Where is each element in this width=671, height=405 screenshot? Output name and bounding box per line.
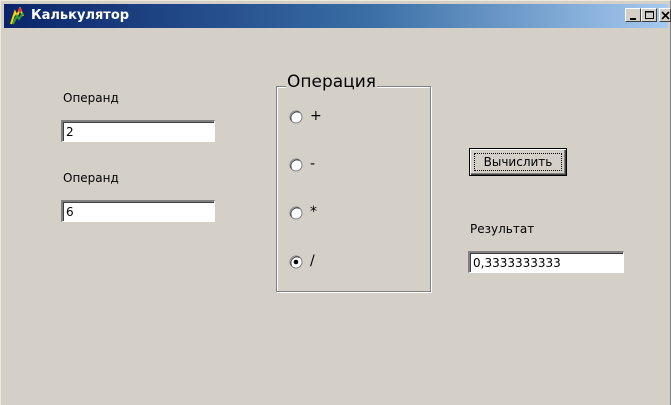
operation-group-label: Операция: [286, 72, 378, 92]
radio-unchecked-icon: [289, 110, 303, 124]
radio-label-divide: /: [310, 253, 315, 269]
operation-radio-minus[interactable]: -: [289, 156, 379, 174]
operation-radio-plus[interactable]: +: [289, 108, 379, 126]
radio-checked-icon: [289, 255, 303, 269]
result-label: Результат: [470, 222, 535, 236]
operand2-label: Операнд: [63, 171, 119, 185]
app-icon: [8, 6, 26, 25]
calculator-window: Калькулятор Операнд Операнд Операция +: [0, 0, 671, 405]
operand1-input[interactable]: [61, 120, 215, 142]
radio-label-multiply: *: [310, 204, 317, 220]
title-bar[interactable]: Калькулятор: [4, 4, 671, 28]
operand2-input[interactable]: [61, 200, 215, 222]
radio-label-plus: +: [310, 108, 322, 124]
radio-unchecked-icon: [289, 158, 303, 172]
minimize-icon: [630, 18, 636, 20]
compute-button[interactable]: Вычислить: [469, 148, 567, 176]
close-icon: [661, 11, 670, 20]
result-field[interactable]: [468, 251, 624, 273]
operand1-label: Операнд: [63, 91, 119, 105]
close-button[interactable]: [659, 8, 671, 22]
radio-label-minus: -: [310, 156, 316, 172]
operation-radio-divide[interactable]: /: [289, 253, 379, 271]
minimize-button[interactable]: [625, 8, 641, 22]
window-title: Калькулятор: [31, 8, 130, 23]
radio-unchecked-icon: [289, 206, 303, 220]
maximize-button[interactable]: [641, 8, 657, 22]
maximize-icon: [645, 11, 654, 19]
compute-button-label: Вычислить: [483, 155, 553, 169]
operation-radio-multiply[interactable]: *: [289, 204, 379, 222]
